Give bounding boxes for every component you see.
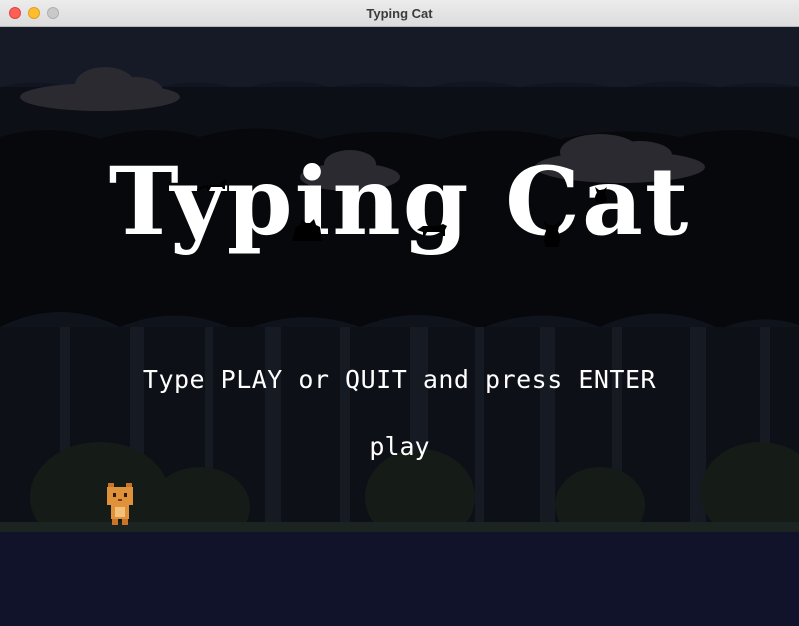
cat-silhouette-icon: [292, 219, 322, 241]
cat-silhouette-icon: [417, 224, 447, 236]
cat-silhouette-icon: [595, 187, 607, 203]
instruction-text: Type PLAY or QUIT and press ENTER: [142, 365, 657, 394]
window-title: Typing Cat: [366, 6, 433, 21]
forest-background: [0, 27, 799, 626]
game-title: Typing Cat: [108, 147, 691, 257]
app-window: Typing Cat Typing Cat Type PLAY or QUIT …: [0, 0, 799, 626]
cat-silhouette-icon: [197, 179, 227, 191]
title-bar: Typing Cat: [0, 0, 799, 27]
cat-silhouette-icon: [544, 221, 560, 247]
typed-input[interactable]: play: [0, 432, 799, 461]
player-cat-sprite: [107, 483, 133, 525]
game-canvas[interactable]: Typing Cat Type PLAY or QUIT and press E…: [0, 27, 799, 626]
